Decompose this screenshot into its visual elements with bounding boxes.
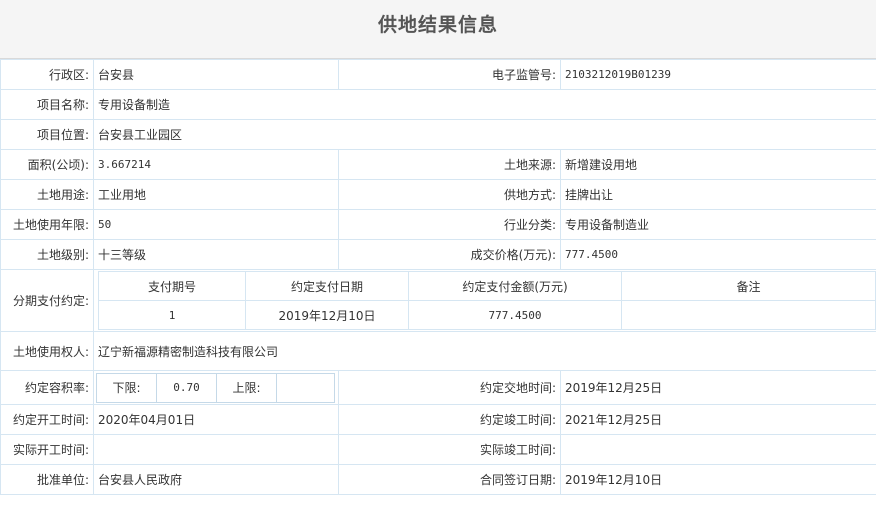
table-row: 土地使用权人: 辽宁新福源精密制造科技有限公司: [0, 331, 876, 371]
land-use-value: 工业用地: [93, 179, 339, 210]
table-row: 约定开工时间: 2020年04月01日 约定竣工时间: 2021年12月25日: [0, 404, 876, 435]
table-row: 土地使用年限: 50 行业分类: 专用设备制造业: [0, 209, 876, 240]
land-grade-label: 土地级别:: [0, 239, 94, 270]
land-supply-info-table: 行政区: 台安县 电子监管号: 2103212019B01239 项目名称: 专…: [0, 59, 876, 495]
installment-table: 支付期号 约定支付日期 约定支付金额(万元) 备注 1 2019年12月10日 …: [98, 271, 876, 330]
far-label: 约定容积率:: [0, 370, 94, 405]
land-source-label: 土地来源:: [338, 149, 561, 180]
far-table: 下限: 0.70 上限:: [96, 372, 335, 403]
finish-time-label: 约定竣工时间:: [338, 404, 561, 435]
contract-date-label: 合同签订日期:: [338, 464, 561, 495]
land-source-value: 新增建设用地: [560, 149, 876, 180]
price-value: 777.4500: [560, 239, 876, 270]
area-label: 面积(公顷):: [0, 149, 94, 180]
supervision-no-label: 电子监管号:: [338, 59, 561, 90]
start-time-label: 约定开工时间:: [0, 404, 94, 435]
project-location-label: 项目位置:: [0, 119, 94, 150]
installment-header: 约定支付日期: [245, 271, 409, 301]
land-use-label: 土地用途:: [0, 179, 94, 210]
table-row: 实际开工时间: 实际竣工时间:: [0, 434, 876, 465]
approval-unit-label: 批准单位:: [0, 464, 94, 495]
installment-label: 分期支付约定:: [0, 269, 94, 332]
installment-header: 约定支付金额(万元): [408, 271, 622, 301]
installment-header-row: 支付期号 约定支付日期 约定支付金额(万元) 备注: [98, 271, 876, 301]
industry-label: 行业分类:: [338, 209, 561, 240]
start-time-value: 2020年04月01日: [93, 404, 339, 435]
price-label: 成交价格(万元):: [338, 239, 561, 270]
area-value: 3.667214: [93, 149, 339, 180]
installment-cell-date: 2019年12月10日: [245, 300, 409, 330]
supply-method-label: 供地方式:: [338, 179, 561, 210]
page-title: 供地结果信息: [377, 14, 498, 36]
actual-finish-label: 实际竣工时间:: [338, 434, 561, 465]
far-cell: 下限: 0.70 上限:: [93, 370, 339, 405]
table-row: 土地用途: 工业用地 供地方式: 挂牌出让: [0, 179, 876, 210]
page-header: 供地结果信息: [0, 0, 876, 59]
approval-unit-value: 台安县人民政府: [93, 464, 339, 495]
installment-cell: 支付期号 约定支付日期 约定支付金额(万元) 备注 1 2019年12月10日 …: [93, 269, 876, 332]
installment-cell-no: 1: [98, 300, 246, 330]
actual-start-value: [93, 434, 339, 465]
installment-header: 支付期号: [98, 271, 246, 301]
finish-time-value: 2021年12月25日: [560, 404, 876, 435]
supply-method-value: 挂牌出让: [560, 179, 876, 210]
table-row: 约定容积率: 下限: 0.70 上限: 约定交地时间: 2019年12月25日: [0, 370, 876, 405]
installment-cell-remark: [621, 300, 876, 330]
far-lower-label: 下限:: [96, 372, 157, 403]
installment-data-row: 1 2019年12月10日 777.4500: [98, 300, 876, 330]
far-row: 下限: 0.70 上限:: [96, 372, 335, 403]
table-row: 批准单位: 台安县人民政府 合同签订日期: 2019年12月10日: [0, 464, 876, 495]
far-lower-value: 0.70: [156, 372, 217, 403]
use-years-label: 土地使用年限:: [0, 209, 94, 240]
installment-cell-amount: 777.4500: [408, 300, 622, 330]
table-row: 土地级别: 十三等级 成交价格(万元): 777.4500: [0, 239, 876, 270]
district-label: 行政区:: [0, 59, 94, 90]
handover-time-label: 约定交地时间:: [338, 370, 561, 405]
table-row: 面积(公顷): 3.667214 土地来源: 新增建设用地: [0, 149, 876, 180]
land-user-label: 土地使用权人:: [0, 331, 94, 371]
installment-header: 备注: [621, 271, 876, 301]
table-row: 项目名称: 专用设备制造: [0, 89, 876, 120]
contract-date-value: 2019年12月10日: [560, 464, 876, 495]
actual-start-label: 实际开工时间:: [0, 434, 94, 465]
use-years-value: 50: [93, 209, 339, 240]
handover-time-value: 2019年12月25日: [560, 370, 876, 405]
table-row: 行政区: 台安县 电子监管号: 2103212019B01239: [0, 59, 876, 90]
supervision-no-value: 2103212019B01239: [560, 59, 876, 90]
land-user-value: 辽宁新福源精密制造科技有限公司: [93, 331, 876, 371]
project-location-value: 台安县工业园区: [93, 119, 876, 150]
industry-value: 专用设备制造业: [560, 209, 876, 240]
actual-finish-value: [560, 434, 876, 465]
table-row: 项目位置: 台安县工业园区: [0, 119, 876, 150]
land-grade-value: 十三等级: [93, 239, 339, 270]
district-value: 台安县: [93, 59, 339, 90]
project-name-label: 项目名称:: [0, 89, 94, 120]
table-row: 分期支付约定: 支付期号 约定支付日期 约定支付金额(万元) 备注 1 2019…: [0, 269, 876, 332]
far-upper-label: 上限:: [216, 372, 277, 403]
far-upper-value: [276, 372, 335, 403]
project-name-value: 专用设备制造: [93, 89, 876, 120]
